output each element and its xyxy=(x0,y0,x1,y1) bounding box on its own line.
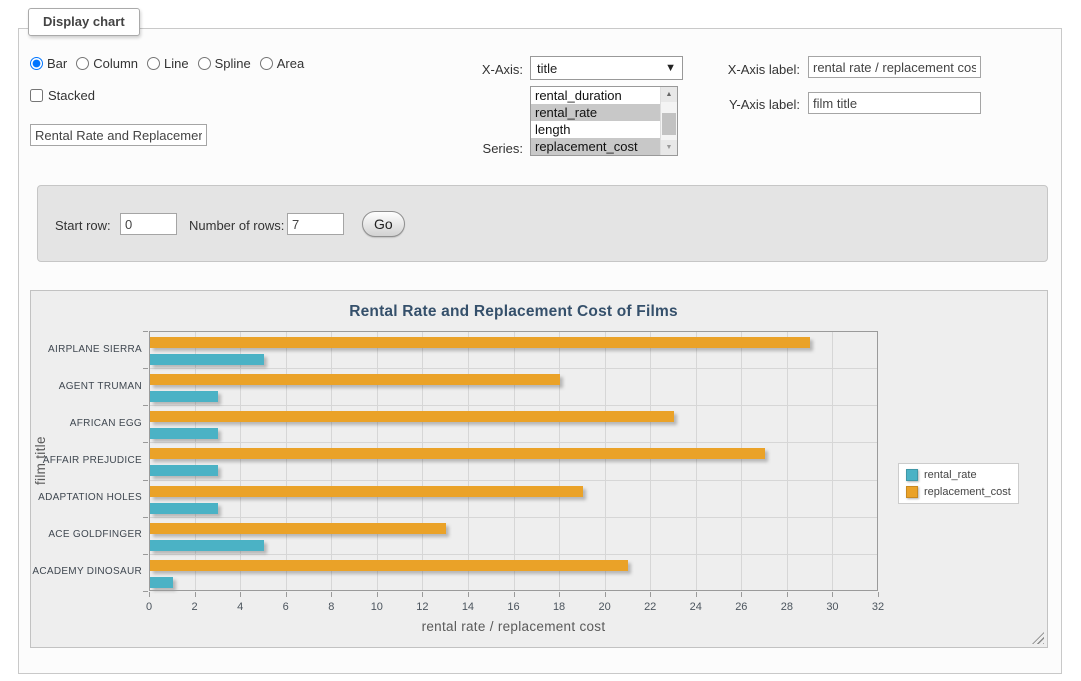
x-tick-label: 32 xyxy=(860,601,896,613)
chart-type-option-spline[interactable]: Spline xyxy=(198,56,251,71)
y-axis-title: film title xyxy=(33,331,49,591)
number-of-rows-label: Number of rows: xyxy=(189,218,284,233)
chart-title-input[interactable] xyxy=(30,124,207,146)
x-tick-mark xyxy=(696,592,697,597)
x-tick-mark xyxy=(195,592,196,597)
y-tick-mark xyxy=(143,331,148,332)
x-tick-label: 4 xyxy=(222,601,258,613)
x-tick-mark xyxy=(331,592,332,597)
x-axis-select[interactable]: title ▼ xyxy=(530,56,683,80)
go-button[interactable]: Go xyxy=(362,211,405,237)
plot-area-border xyxy=(149,331,878,591)
chart-type-option-bar[interactable]: Bar xyxy=(30,56,67,71)
x-tick-mark xyxy=(787,592,788,597)
x-tick-label: 2 xyxy=(177,601,213,613)
chart-type-radio-line[interactable] xyxy=(147,57,160,70)
x-tick-label: 28 xyxy=(769,601,805,613)
legend-label: rental_rate xyxy=(924,469,977,481)
series-listbox[interactable]: rental_durationrental_ratelengthreplacem… xyxy=(530,86,678,156)
x-axis-label-field-label: X-Axis label: xyxy=(700,62,800,77)
x-tick-label: 24 xyxy=(678,601,714,613)
x-axis-selected-value: title xyxy=(537,61,557,76)
series-option-length[interactable]: length xyxy=(531,121,660,138)
x-tick-mark xyxy=(422,592,423,597)
chart-type-radio-spline[interactable] xyxy=(198,57,211,70)
y-tick-mark xyxy=(143,554,148,555)
series-option-replacement_cost[interactable]: replacement_cost xyxy=(531,138,660,155)
legend-item-rental_rate: rental_rate xyxy=(906,469,1011,481)
y-tick-mark xyxy=(143,591,148,592)
chart-legend: rental_rate replacement_cost xyxy=(898,463,1019,504)
series-option-rental_duration[interactable]: rental_duration xyxy=(531,87,660,104)
chart-type-option-area[interactable]: Area xyxy=(260,56,304,71)
x-tick-label: 12 xyxy=(404,601,440,613)
x-tick-mark xyxy=(514,592,515,597)
y-tick-mark xyxy=(143,517,148,518)
number-of-rows-input[interactable] xyxy=(287,213,344,235)
chart-builder-page: Display chart Bar Column Line Spline Area St… xyxy=(0,0,1081,681)
legend-swatch-icon xyxy=(906,469,918,481)
x-axis-label-input[interactable] xyxy=(808,56,981,78)
x-tick-label: 8 xyxy=(313,601,349,613)
x-tick-mark xyxy=(377,592,378,597)
x-tick-mark xyxy=(286,592,287,597)
series-listbox-options: rental_durationrental_ratelengthreplacem… xyxy=(531,87,660,155)
x-tick-mark xyxy=(878,592,879,597)
y-axis-label-input[interactable] xyxy=(808,92,981,114)
x-tick-label: 10 xyxy=(359,601,395,613)
scroll-down-icon[interactable]: ▼ xyxy=(661,140,677,155)
x-axis-title: rental rate / replacement cost xyxy=(149,619,878,634)
chart-type-option-label: Line xyxy=(164,56,189,71)
chart-panel: Rental Rate and Replacement Cost of Film… xyxy=(30,290,1048,648)
x-tick-label: 26 xyxy=(723,601,759,613)
x-tick-mark xyxy=(240,592,241,597)
y-tick-mark xyxy=(143,405,148,406)
chart-type-radio-column[interactable] xyxy=(76,57,89,70)
start-row-label: Start row: xyxy=(55,218,111,233)
start-row-input[interactable] xyxy=(120,213,177,235)
x-tick-mark xyxy=(559,592,560,597)
dropdown-arrow-icon: ▼ xyxy=(665,62,676,74)
x-tick-mark xyxy=(650,592,651,597)
legend-label: replacement_cost xyxy=(924,486,1011,498)
legend-swatch-icon xyxy=(906,486,918,498)
scrollbar-thumb[interactable] xyxy=(662,113,676,135)
x-tick-label: 22 xyxy=(632,601,668,613)
x-tick-mark xyxy=(832,592,833,597)
x-tick-label: 14 xyxy=(450,601,486,613)
series-option-rental_rate[interactable]: rental_rate xyxy=(531,104,660,121)
chart-type-option-line[interactable]: Line xyxy=(147,56,189,71)
chart-type-option-column[interactable]: Column xyxy=(76,56,138,71)
x-tick-label: 16 xyxy=(496,601,532,613)
series-listbox-label: Series: xyxy=(440,141,523,156)
y-tick-mark xyxy=(143,368,148,369)
x-tick-label: 18 xyxy=(541,601,577,613)
x-axis-select-label: X-Axis: xyxy=(440,62,523,77)
x-tick-mark xyxy=(741,592,742,597)
x-tick-mark xyxy=(605,592,606,597)
chart-type-option-label: Spline xyxy=(215,56,251,71)
scroll-up-icon[interactable]: ▲ xyxy=(661,87,677,102)
stacked-row: Stacked xyxy=(30,88,95,103)
chart-type-radio-group: Bar Column Line Spline Area xyxy=(30,56,304,71)
x-tick-mark xyxy=(149,592,150,597)
chart-type-radio-area[interactable] xyxy=(260,57,273,70)
chart-type-radio-bar[interactable] xyxy=(30,57,43,70)
stacked-label: Stacked xyxy=(48,88,95,103)
y-tick-mark xyxy=(143,480,148,481)
x-tick-label: 30 xyxy=(814,601,850,613)
legend-item-replacement_cost: replacement_cost xyxy=(906,486,1011,498)
chart-type-option-label: Bar xyxy=(47,56,67,71)
chart-type-option-label: Column xyxy=(93,56,138,71)
series-listbox-scrollbar[interactable]: ▲ ▼ xyxy=(660,87,677,155)
y-axis-label-field-label: Y-Axis label: xyxy=(700,97,800,112)
x-tick-label: 20 xyxy=(587,601,623,613)
y-tick-mark xyxy=(143,442,148,443)
display-chart-tab[interactable]: Display chart xyxy=(28,8,140,36)
x-tick-mark xyxy=(468,592,469,597)
x-tick-label: 0 xyxy=(131,601,167,613)
chart-type-option-label: Area xyxy=(277,56,304,71)
x-tick-label: 6 xyxy=(268,601,304,613)
stacked-checkbox[interactable] xyxy=(30,89,43,102)
